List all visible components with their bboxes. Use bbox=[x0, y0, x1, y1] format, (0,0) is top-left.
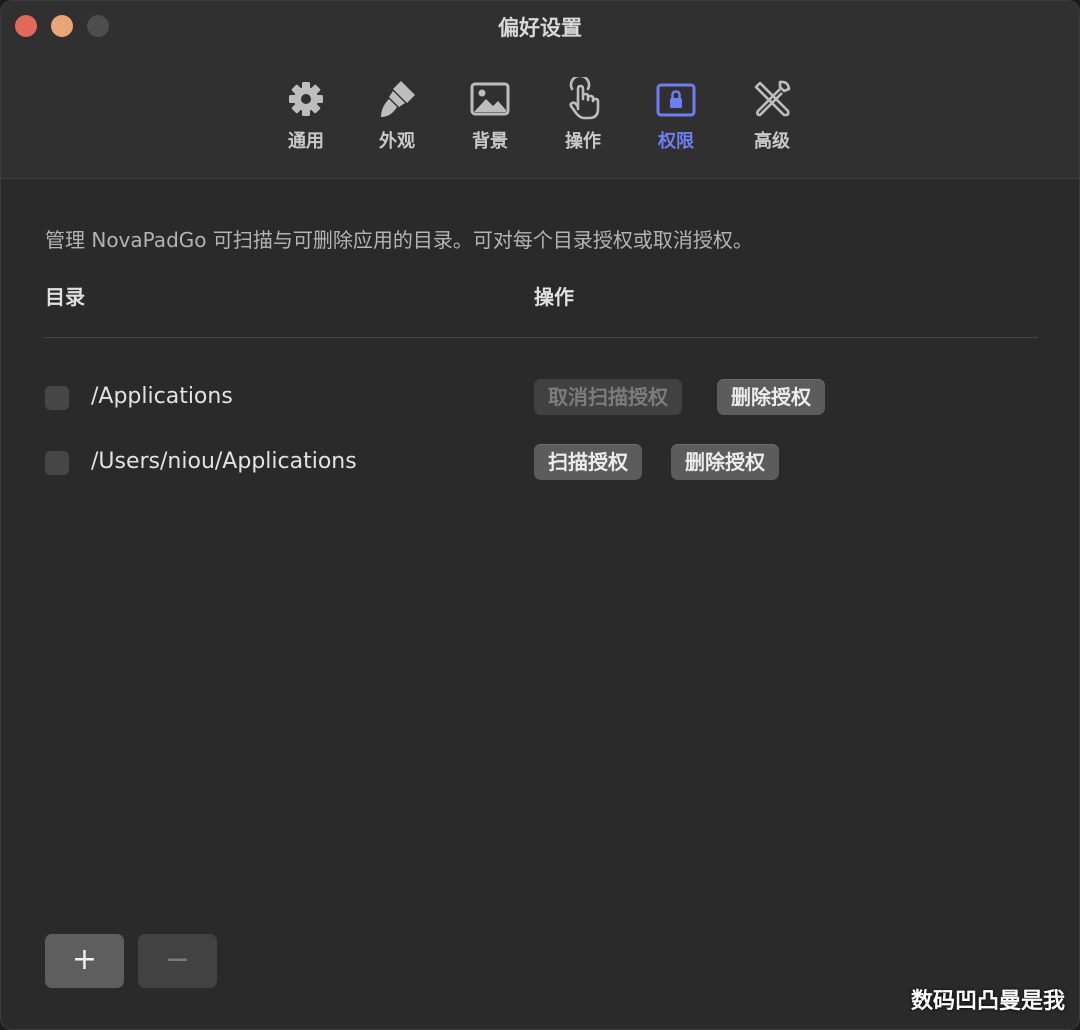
row-checkbox[interactable] bbox=[45, 386, 69, 410]
tab-appearance-label: 外观 bbox=[379, 131, 415, 152]
row-checkbox[interactable] bbox=[45, 451, 69, 475]
tab-advanced[interactable]: 高级 bbox=[735, 77, 809, 153]
tab-advanced-label: 高级 bbox=[754, 131, 790, 152]
tab-general-label: 通用 bbox=[288, 131, 324, 152]
tab-appearance[interactable]: 外观 bbox=[360, 77, 434, 153]
delete-permission-button[interactable]: 删除授权 bbox=[671, 444, 779, 480]
preferences-window: 偏好设置 通用 外观 背景 操作 权限 高级 管理 NovaPadGo 可扫描与… bbox=[0, 0, 1080, 1030]
directory-row: /Users/niou/Applications 扫描授权 删除授权 bbox=[1, 444, 1079, 484]
tab-background[interactable]: 背景 bbox=[453, 77, 527, 153]
permissions-description: 管理 NovaPadGo 可扫描与可删除应用的目录。可对每个目录授权或取消授权。 bbox=[45, 228, 753, 252]
tab-general[interactable]: 通用 bbox=[269, 77, 343, 153]
preferences-toolbar: 通用 外观 背景 操作 权限 高级 bbox=[1, 51, 1079, 179]
permissions-pane: 管理 NovaPadGo 可扫描与可删除应用的目录。可对每个目录授权或取消授权。… bbox=[1, 179, 1079, 1029]
lock-icon bbox=[656, 83, 696, 117]
tab-actions-label: 操作 bbox=[565, 131, 601, 152]
column-header-directory: 目录 bbox=[45, 285, 85, 309]
revoke-scan-button[interactable]: 取消扫描授权 bbox=[534, 379, 682, 415]
watermark-text: 数码凹凸曼是我 bbox=[910, 989, 1065, 1014]
tab-permissions[interactable]: 权限 bbox=[639, 77, 713, 153]
paintbrush-icon bbox=[381, 81, 415, 117]
tab-actions[interactable]: 操作 bbox=[546, 77, 620, 153]
window-title: 偏好设置 bbox=[498, 16, 582, 40]
hand-pointer-icon bbox=[569, 77, 600, 120]
tab-permissions-label: 权限 bbox=[658, 131, 694, 152]
image-icon bbox=[470, 82, 510, 116]
delete-permission-button[interactable]: 删除授权 bbox=[717, 379, 825, 415]
directory-path: /Applications bbox=[91, 384, 233, 409]
directory-row: /Applications 取消扫描授权 删除授权 bbox=[1, 379, 1079, 419]
grant-scan-button[interactable]: 扫描授权 bbox=[534, 444, 642, 480]
gear-icon bbox=[289, 82, 323, 116]
column-header-action: 操作 bbox=[534, 285, 574, 309]
directory-path: /Users/niou/Applications bbox=[91, 449, 357, 474]
tab-background-label: 背景 bbox=[472, 131, 508, 152]
add-directory-button[interactable]: + bbox=[45, 934, 124, 988]
title-bar: 偏好设置 bbox=[1, 1, 1079, 51]
header-divider bbox=[45, 337, 1038, 338]
tools-icon bbox=[754, 80, 791, 117]
remove-directory-button[interactable]: − bbox=[138, 934, 217, 988]
